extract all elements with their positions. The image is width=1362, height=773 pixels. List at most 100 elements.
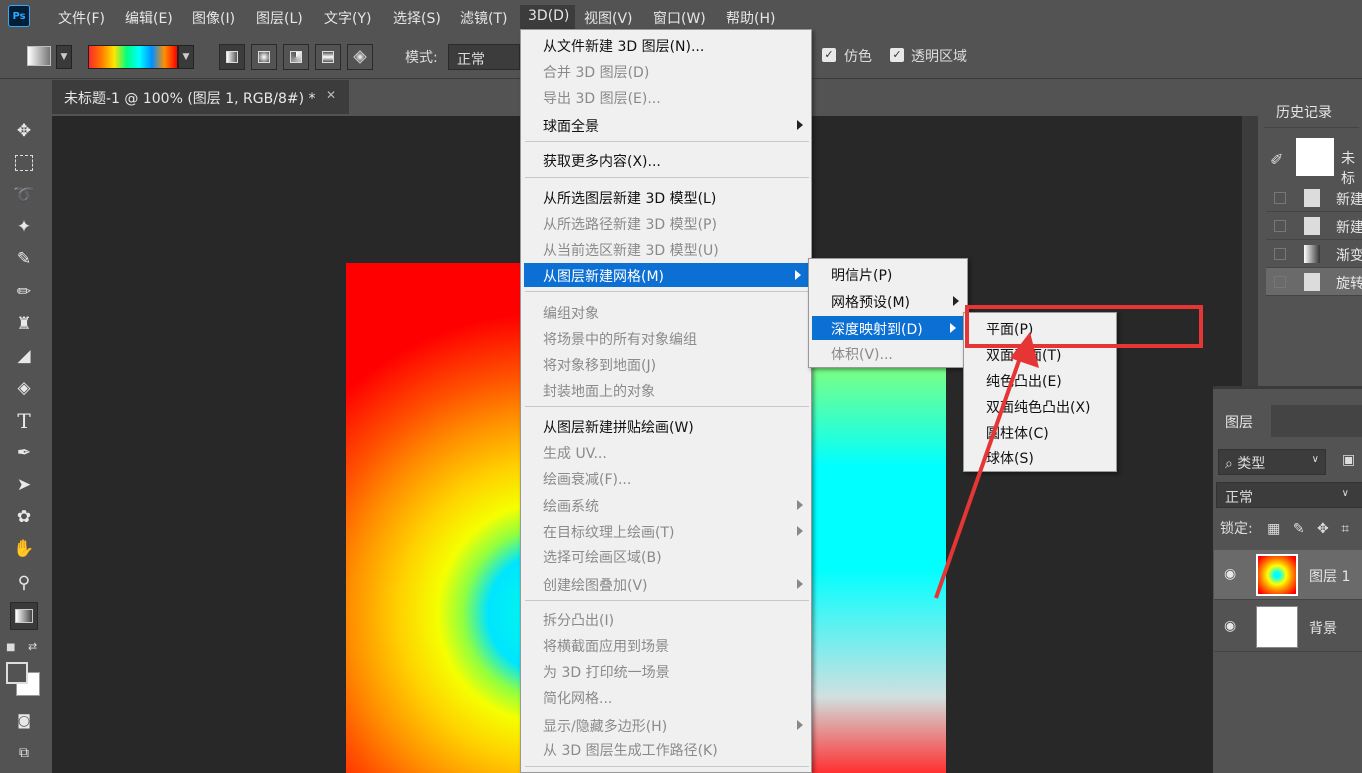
menu-item[interactable]: 绘画系统 [521,493,811,517]
menu-item[interactable]: 双面纯色凸出(X) [964,394,1116,418]
linear-gradient-button[interactable] [219,44,245,70]
submenu-arrow-icon [953,296,959,306]
transparency-checkbox[interactable]: ✓ [890,48,904,62]
menu-item[interactable]: 明信片(P) [809,262,967,286]
lasso-tool-icon[interactable]: ➰ [10,181,38,209]
eyedropper-tool-icon[interactable]: ✎ [10,245,38,273]
eye-icon[interactable]: ◉ [1224,566,1236,582]
swap-colors-icon[interactable]: ⇄ [28,640,37,653]
menu-help[interactable]: 帮助(H) [726,8,775,28]
menu-item-highlighted[interactable]: 从图层新建网格(M) [524,263,809,287]
menu-item[interactable]: 从文件新建 3D 图层(N)... [521,33,811,57]
layers-tab[interactable]: 图层 [1213,405,1271,437]
lock-artboard-icon[interactable]: ⌗ [1341,521,1349,537]
layer-kind-filter[interactable]: ⌕ 类型 ∨ [1218,449,1326,475]
chevron-down-icon[interactable]: ▼ [56,45,72,69]
menu-view[interactable]: 视图(V) [584,8,633,28]
image-filter-icon[interactable]: ▣ [1342,452,1362,472]
dither-checkbox[interactable]: ✓ [822,48,836,62]
menu-item[interactable]: 绘画衰减(F)... [521,466,811,490]
menu-item[interactable]: 圆柱体(C) [964,420,1116,444]
magic-wand-tool-icon[interactable]: ✦ [10,213,38,241]
menu-item[interactable]: 从当前选区新建 3D 模型(U) [521,237,811,261]
menu-3d[interactable]: 3D(D) [520,5,575,29]
menu-layer[interactable]: 图层(L) [256,8,303,28]
menu-item[interactable]: 球面全景 [521,113,811,137]
stamp-tool-icon[interactable]: ♜ [10,310,38,338]
document-tab[interactable]: 未标题-1 @ 100% (图层 1, RGB/8#) * ✕ [52,80,349,114]
history-tab[interactable]: 历史记录 [1264,92,1359,128]
blend-mode-select[interactable]: 正常 ∨ [1216,482,1362,508]
paint-bucket-tool-icon[interactable]: ◈ [10,374,38,402]
menu-type[interactable]: 文字(Y) [324,8,371,28]
gradient-tool-preset[interactable] [27,46,51,66]
menu-item[interactable]: 拆分凸出(I) [521,607,811,631]
menu-item[interactable]: 显示/隐藏多边形(H) [521,713,811,737]
path-select-tool-icon[interactable]: ➤ [10,471,38,499]
layer-row-selected[interactable]: ◉ 图层 1 [1214,550,1362,600]
brush-tool-icon[interactable]: ✏ [10,278,38,306]
menu-edit[interactable]: 编辑(E) [125,8,173,28]
radial-gradient-button[interactable] [251,44,277,70]
quick-mask-icon[interactable]: ◙ [10,707,38,735]
history-brush-icon[interactable]: ✐ [1270,150,1283,169]
lock-pixels-icon[interactable]: ✎ [1293,521,1305,537]
chevron-down-icon[interactable]: ▼ [178,45,194,69]
mode-select[interactable]: 正常 [448,44,520,70]
menu-item[interactable]: 体积(V)... [809,341,967,365]
default-colors-icon[interactable]: ■ [6,642,15,653]
menu-item[interactable]: 将对象移到地面(J) [521,352,811,376]
menu-item[interactable]: 选择可绘画区域(B) [521,544,811,568]
menu-file[interactable]: 文件(F) [58,8,105,28]
eye-icon[interactable]: ◉ [1224,618,1236,634]
marquee-tool-icon[interactable] [10,149,38,177]
layer-row[interactable]: ◉ 背景 [1214,602,1362,652]
screen-mode-icon[interactable]: ⧉ [10,739,38,767]
menu-item[interactable]: 网格预设(M) [809,289,967,313]
history-item[interactable]: 新建 [1266,184,1362,212]
menu-item[interactable]: 获取更多内容(X)... [521,148,811,172]
history-item-current[interactable]: 旋转 [1266,268,1362,296]
menu-select[interactable]: 选择(S) [393,8,441,28]
pen-tool-icon[interactable]: ✒ [10,439,38,467]
menu-item[interactable]: 编组对象 [521,300,811,324]
foreground-color-swatch[interactable] [6,662,28,684]
menu-item[interactable]: 从所选路径新建 3D 模型(P) [521,211,811,235]
eraser-tool-icon[interactable]: ◢ [10,342,38,370]
angle-gradient-button[interactable] [283,44,309,70]
lock-position-icon[interactable]: ✥ [1317,521,1329,537]
lock-transparency-icon[interactable]: ▦ [1267,521,1280,537]
diamond-gradient-button[interactable] [347,44,373,70]
menu-image[interactable]: 图像(I) [192,8,235,28]
menu-item[interactable]: 从图层新建拼贴绘画(W) [521,414,811,438]
menu-item[interactable]: 为 3D 打印统一场景 [521,659,811,683]
menu-item[interactable]: 从所选图层新建 3D 模型(L) [521,185,811,209]
menu-item[interactable]: 从 3D 图层生成工作路径(K) [521,737,811,761]
menu-item[interactable]: 简化网格... [521,685,811,709]
menu-window[interactable]: 窗口(W) [653,8,706,28]
menu-item[interactable]: 创建绘图叠加(V) [521,572,811,596]
menu-item-highlighted[interactable]: 深度映射到(D) [812,316,964,340]
menu-item[interactable]: 纯色凸出(E) [964,368,1116,392]
type-tool-icon[interactable]: T [10,407,38,435]
menu-item[interactable]: 合并 3D 图层(D) [521,59,811,83]
gradient-picker[interactable] [88,45,178,69]
reflected-gradient-button[interactable] [315,44,341,70]
history-item[interactable]: 渐变 [1266,240,1362,268]
menu-item[interactable]: 封装地面上的对象 [521,378,811,402]
menu-item[interactable]: 生成 UV... [521,440,811,464]
custom-shape-tool-icon[interactable]: ✿ [10,503,38,531]
menu-item[interactable]: 导出 3D 图层(E)... [521,85,811,109]
menu-item[interactable]: 将场景中的所有对象编组 [521,326,811,350]
history-snapshot-thumb[interactable] [1296,138,1334,176]
move-tool-icon[interactable]: ✥ [10,117,38,145]
menu-item[interactable]: 球体(S) [964,445,1116,469]
hand-tool-icon[interactable]: ✋ [10,535,38,563]
gradient-tool-icon[interactable] [10,602,38,630]
menu-item[interactable]: 在目标纹理上绘画(T) [521,519,811,543]
menu-item[interactable]: 将横截面应用到场景 [521,633,811,657]
menu-filter[interactable]: 滤镜(T) [460,8,507,28]
close-icon[interactable]: ✕ [326,88,336,102]
zoom-tool-icon[interactable]: ⚲ [10,569,38,597]
history-item[interactable]: 新建 [1266,212,1362,240]
